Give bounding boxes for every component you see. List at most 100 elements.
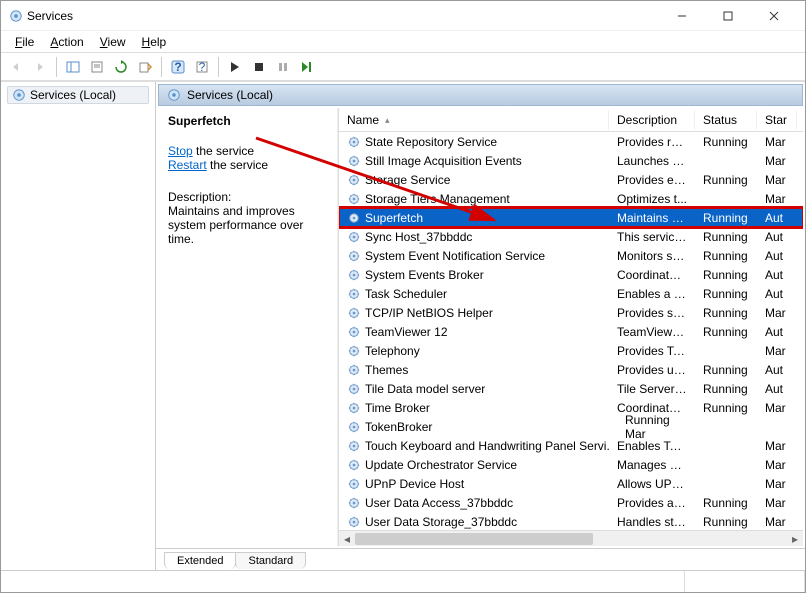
service-status-cell: Running [695,268,757,282]
minimize-button[interactable] [659,1,705,31]
service-gear-icon [347,249,361,263]
service-row[interactable]: Still Image Acquisition EventsLaunches a… [339,151,803,170]
service-desc-cell: Manages W... [609,458,695,472]
column-status[interactable]: Status [695,110,757,130]
service-desc-cell: Provides su... [609,306,695,320]
right-pane: Services (Local) Superfetch Stop the ser… [156,82,805,570]
properties-button[interactable] [86,56,108,78]
service-name-cell: State Repository Service [339,135,609,149]
column-name[interactable]: Name [339,110,609,130]
service-row[interactable]: Touch Keyboard and Handwriting Panel Ser… [339,436,803,455]
content-area: Services (Local) Services (Local) Superf… [1,81,805,570]
menu-view[interactable]: View [92,33,134,51]
help-button[interactable]: ? [167,56,189,78]
tab-extended[interactable]: Extended [164,552,236,569]
service-gear-icon [347,439,361,453]
service-status-cell: Running [695,401,757,415]
service-row[interactable]: TokenBrokerRunningMar [339,417,803,436]
back-button[interactable] [5,56,27,78]
service-row[interactable]: User Data Storage_37bbddcHandles sto...R… [339,512,803,530]
restart-service-link[interactable]: Restart [168,158,207,172]
scroll-thumb[interactable] [355,533,593,545]
menu-help[interactable]: Help [134,33,175,51]
column-description[interactable]: Description [609,110,695,130]
forward-button[interactable] [29,56,51,78]
stop-service-button[interactable] [248,56,270,78]
service-desc-cell: TeamViewer... [609,325,695,339]
service-startup-cell: Mar [757,306,797,320]
column-startup[interactable]: Star [757,110,797,130]
service-status-cell: Running [695,230,757,244]
service-startup-cell: Aut [757,268,797,282]
service-row[interactable]: Update Orchestrator ServiceManages W...M… [339,455,803,474]
close-button[interactable] [751,1,797,31]
service-name-cell: Touch Keyboard and Handwriting Panel Ser… [339,439,609,453]
service-status-cell: Running [695,382,757,396]
scroll-left-arrow[interactable]: ◂ [339,532,355,546]
scroll-right-arrow[interactable]: ▸ [787,532,803,546]
service-startup-cell: Mar [757,439,797,453]
tree-pane: Services (Local) [1,82,156,570]
service-startup-cell: Aut [757,211,797,225]
tab-standard[interactable]: Standard [235,552,306,569]
service-row[interactable]: Time BrokerCoordinates...RunningMar [339,398,803,417]
service-row[interactable]: TCP/IP NetBIOS HelperProvides su...Runni… [339,303,803,322]
service-gear-icon [347,382,361,396]
service-row[interactable]: System Events BrokerCoordinates...Runnin… [339,265,803,284]
service-gear-icon [347,477,361,491]
pane-header-label: Services (Local) [187,88,273,102]
window-title: Services [23,9,659,23]
service-row[interactable]: Sync Host_37bbddcThis service ...Running… [339,227,803,246]
service-row[interactable]: User Data Access_37bbddcProvides ap...Ru… [339,493,803,512]
service-row[interactable]: Storage Tiers ManagementOptimizes t...Ma… [339,189,803,208]
help-topics-button[interactable]: ? [191,56,213,78]
service-name-cell: Task Scheduler [339,287,609,301]
service-startup-cell: Mar [757,192,797,206]
service-row[interactable]: ThemesProvides us...RunningAut [339,360,803,379]
service-row[interactable]: System Event Notification ServiceMonitor… [339,246,803,265]
show-hide-tree-button[interactable] [62,56,84,78]
stop-service-link[interactable]: Stop [168,144,193,158]
description-label: Description: [168,190,327,204]
menu-action[interactable]: Action [42,33,91,51]
service-startup-cell: Aut [757,325,797,339]
service-gear-icon [347,268,361,282]
refresh-button[interactable] [110,56,132,78]
service-row[interactable]: TeamViewer 12TeamViewer...RunningAut [339,322,803,341]
service-desc-cell: Enables Tou... [609,439,695,453]
service-desc-cell: Monitors sy... [609,249,695,263]
service-status-cell: Running [617,413,679,427]
service-name-cell: Storage Tiers Management [339,192,609,206]
tree-root-label: Services (Local) [30,88,116,102]
list-body[interactable]: State Repository ServiceProvides re...Ru… [339,132,803,530]
service-gear-icon [347,287,361,301]
service-row[interactable]: SuperfetchMaintains a...RunningAut [339,208,803,227]
service-desc-cell: Launches a... [609,154,695,168]
menu-file[interactable]: File [7,33,42,51]
export-button[interactable] [134,56,156,78]
service-gear-icon [347,306,361,320]
service-row[interactable]: Task SchedulerEnables a us...RunningAut [339,284,803,303]
service-row[interactable]: Tile Data model serverTile Server f...Ru… [339,379,803,398]
service-status-cell: Running [695,211,757,225]
service-startup-cell: Mar [757,477,797,491]
start-service-button[interactable] [224,56,246,78]
service-name-cell: Themes [339,363,609,377]
pause-service-button[interactable] [272,56,294,78]
service-row[interactable]: TelephonyProvides Tel...Mar [339,341,803,360]
service-status-cell: Running [695,496,757,510]
service-startup-cell: Mar [757,135,797,149]
service-name-cell: Sync Host_37bbddc [339,230,609,244]
service-row[interactable]: State Repository ServiceProvides re...Ru… [339,132,803,151]
horizontal-scrollbar[interactable]: ◂ ▸ [339,530,803,546]
service-name-cell: TokenBroker [339,420,609,434]
service-row[interactable]: UPnP Device HostAllows UPn...Mar [339,474,803,493]
service-status-cell: Running [695,249,757,263]
service-name-cell: Time Broker [339,401,609,415]
service-desc-cell: Provides us... [609,363,695,377]
maximize-button[interactable] [705,1,751,31]
service-startup-cell: Mar [757,154,797,168]
restart-service-button[interactable] [296,56,318,78]
service-row[interactable]: Storage ServiceProvides en...RunningMar [339,170,803,189]
tree-root-services-local[interactable]: Services (Local) [7,86,149,104]
